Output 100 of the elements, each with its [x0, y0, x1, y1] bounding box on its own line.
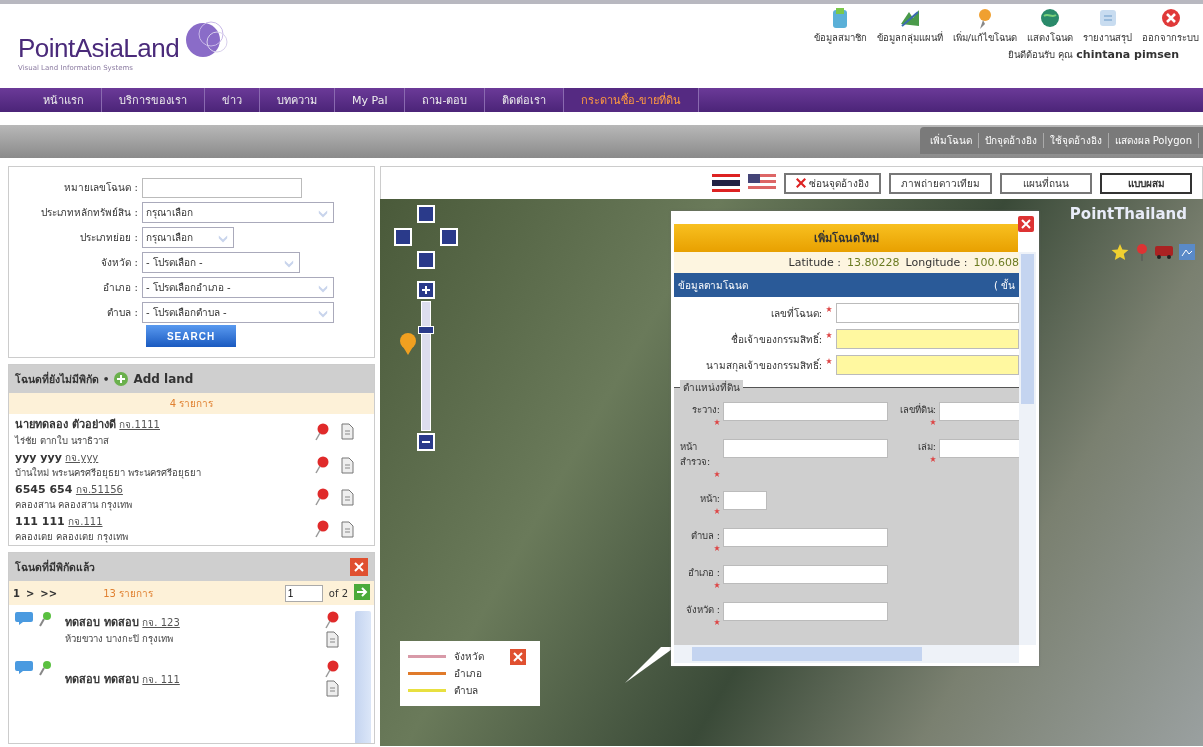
document-icon[interactable] — [325, 680, 339, 697]
nav-tab[interactable]: ข่าว — [205, 88, 260, 112]
bus-icon[interactable] — [1155, 244, 1173, 260]
zoom-out-icon[interactable] — [417, 433, 435, 451]
scrollbar[interactable] — [355, 611, 371, 743]
coordinate-label: Latitude : — [788, 256, 842, 269]
go-arrow-icon[interactable] — [354, 584, 370, 600]
subtab-link[interactable]: เพิ่มโฉนด — [923, 133, 979, 148]
nav-tab[interactable]: กระดานซื้อ-ขายที่ดิน — [564, 88, 700, 112]
input-field[interactable] — [836, 355, 1019, 375]
owner-name: ทดสอบ ทดสอบ — [65, 672, 139, 686]
close-icon[interactable] — [350, 558, 368, 576]
input-field[interactable] — [723, 439, 888, 458]
document-icon[interactable] — [340, 520, 354, 538]
nav-tab[interactable]: ถาม-ตอบ — [405, 88, 486, 112]
field-label: จังหวัด : — [100, 256, 139, 270]
subtab-link[interactable]: ใช้จุดอ้างอิง — [1043, 133, 1109, 148]
map-tool-icon[interactable] — [1179, 244, 1195, 260]
toolbar-item[interactable]: ออกจากระบบ — [1142, 6, 1199, 45]
thai-flag-icon[interactable] — [712, 174, 740, 192]
add-icon[interactable] — [113, 371, 130, 387]
document-icon[interactable] — [340, 423, 354, 440]
dropdown[interactable]: กรุณาเลือก — [142, 227, 234, 248]
input-field[interactable] — [836, 303, 1019, 323]
nav-tab[interactable]: บริการของเรา — [102, 88, 205, 112]
pushpin-icon[interactable] — [314, 456, 330, 474]
map-type-button[interactable]: ภาพถ่ายดาวเทียม — [889, 172, 992, 194]
zoom-in-icon[interactable] — [417, 281, 435, 299]
pushpin-icon[interactable] — [314, 520, 330, 538]
page-field[interactable]: 1 — [284, 584, 323, 602]
pushpin-icon[interactable] — [314, 422, 330, 441]
zoom-slider[interactable] — [421, 301, 431, 431]
toolbar-item[interactable]: แสดงโฉนด — [1027, 6, 1073, 45]
dropdown[interactable]: กรุณาเลือก — [142, 202, 334, 223]
deed-link[interactable]: กจ. 123 — [142, 617, 180, 628]
owner-name: yyy yyy — [15, 451, 62, 464]
comment-icon[interactable] — [15, 660, 33, 674]
input-field[interactable] — [723, 602, 888, 621]
panel-title: โฉนดที่มีพิกัดแล้ว — [15, 558, 95, 575]
address-text: ไร่ชัย ตากใบ นราธิวาส — [15, 434, 111, 448]
input-field[interactable] — [723, 565, 888, 584]
subtab-link[interactable]: ปักจุดอ้างอิง — [978, 133, 1044, 148]
toolbar-item[interactable]: ข้อมูลสมาชิก — [813, 6, 867, 45]
address-text: คลองสาน คลองสาน กรุงเทพ — [15, 498, 134, 512]
map-type-button[interactable]: แผนที่ถนน — [1000, 172, 1092, 194]
input-field[interactable] — [836, 329, 1019, 349]
owner-name: 6545 654 — [15, 483, 73, 496]
owner-name: นายทดลอง ตัวอย่างดี — [15, 418, 116, 431]
map-type-button[interactable]: แบบผสม — [1100, 172, 1192, 194]
nav-tab[interactable]: หน้าแรก — [26, 88, 102, 112]
page-link[interactable]: >> — [40, 587, 58, 599]
deed-link[interactable]: กจ.111 — [68, 516, 103, 527]
pushpin-icon[interactable] — [324, 611, 340, 629]
locate-icon[interactable] — [39, 611, 53, 627]
pushpin-icon[interactable] — [314, 488, 330, 506]
dropdown[interactable]: - โปรดเลือก - — [142, 252, 300, 273]
page-link[interactable]: 1 — [13, 587, 20, 599]
field-label: จังหวัด : — [685, 603, 720, 617]
hide-points-button[interactable]: ซ่อนจุดอ้างอิง — [784, 172, 881, 194]
input-field[interactable] — [723, 491, 767, 510]
section-note: ( ขั้น — [993, 277, 1015, 293]
address-text: คลองเตย คลองเตย กรุงเทพ — [15, 530, 130, 544]
input-field[interactable] — [723, 528, 888, 547]
dropdown[interactable]: - โปรดเลือกตำบล - — [142, 302, 334, 323]
comment-icon[interactable] — [15, 611, 33, 625]
dropdown[interactable]: - โปรดเลือกอำเภอ - — [142, 277, 334, 298]
toolbar-item[interactable]: ข้อมูลกลุ่มแผนที่ — [876, 6, 943, 45]
scrollbar[interactable] — [674, 645, 1019, 663]
subtab-link[interactable]: แสดงผล Polygon — [1108, 133, 1199, 148]
deed-link[interactable]: กจ.51156 — [75, 484, 123, 495]
document-icon[interactable] — [325, 631, 339, 648]
deed-link[interactable]: กจ. 111 — [142, 673, 180, 685]
input-field[interactable] — [723, 402, 888, 421]
count-label: 13 รายการ — [103, 586, 154, 601]
field-label: ชื่อเจ้าของกรรมสิทธิ์: — [729, 331, 822, 347]
nav-tab[interactable]: บทความ — [260, 88, 335, 112]
count-label: 4 รายการ — [9, 393, 374, 414]
page-link[interactable]: > — [25, 587, 35, 599]
zoom-thumb[interactable] — [418, 326, 434, 334]
coordinate-label: Longitude : — [905, 256, 968, 269]
deed-link[interactable]: กจ.yyy — [65, 452, 99, 463]
add-land-link[interactable]: Add land — [133, 372, 194, 386]
search-button[interactable]: SEARCH — [146, 325, 236, 347]
close-icon[interactable] — [1018, 216, 1034, 232]
document-icon[interactable] — [340, 456, 354, 474]
nav-tab[interactable]: My Pal — [335, 88, 406, 112]
scrollbar[interactable] — [1019, 252, 1036, 645]
us-flag-icon[interactable] — [748, 174, 776, 192]
site-logo[interactable]: PointAsiaLand — [18, 33, 180, 64]
close-icon[interactable] — [510, 649, 526, 665]
legend-label: จังหวัด — [454, 650, 484, 664]
star-icon[interactable] — [1111, 243, 1129, 261]
pan-control[interactable] — [394, 205, 458, 269]
toolbar-item[interactable]: เพิ่ม/แก้ไขโฉนด — [952, 6, 1017, 45]
document-icon[interactable] — [340, 488, 354, 506]
input-field[interactable] — [142, 177, 302, 198]
pushpin-icon[interactable] — [324, 660, 340, 678]
locate-icon[interactable] — [39, 660, 53, 676]
toolbar-item[interactable]: รายงานสรุป — [1083, 6, 1132, 45]
deed-link[interactable]: กจ.1111 — [119, 419, 160, 430]
